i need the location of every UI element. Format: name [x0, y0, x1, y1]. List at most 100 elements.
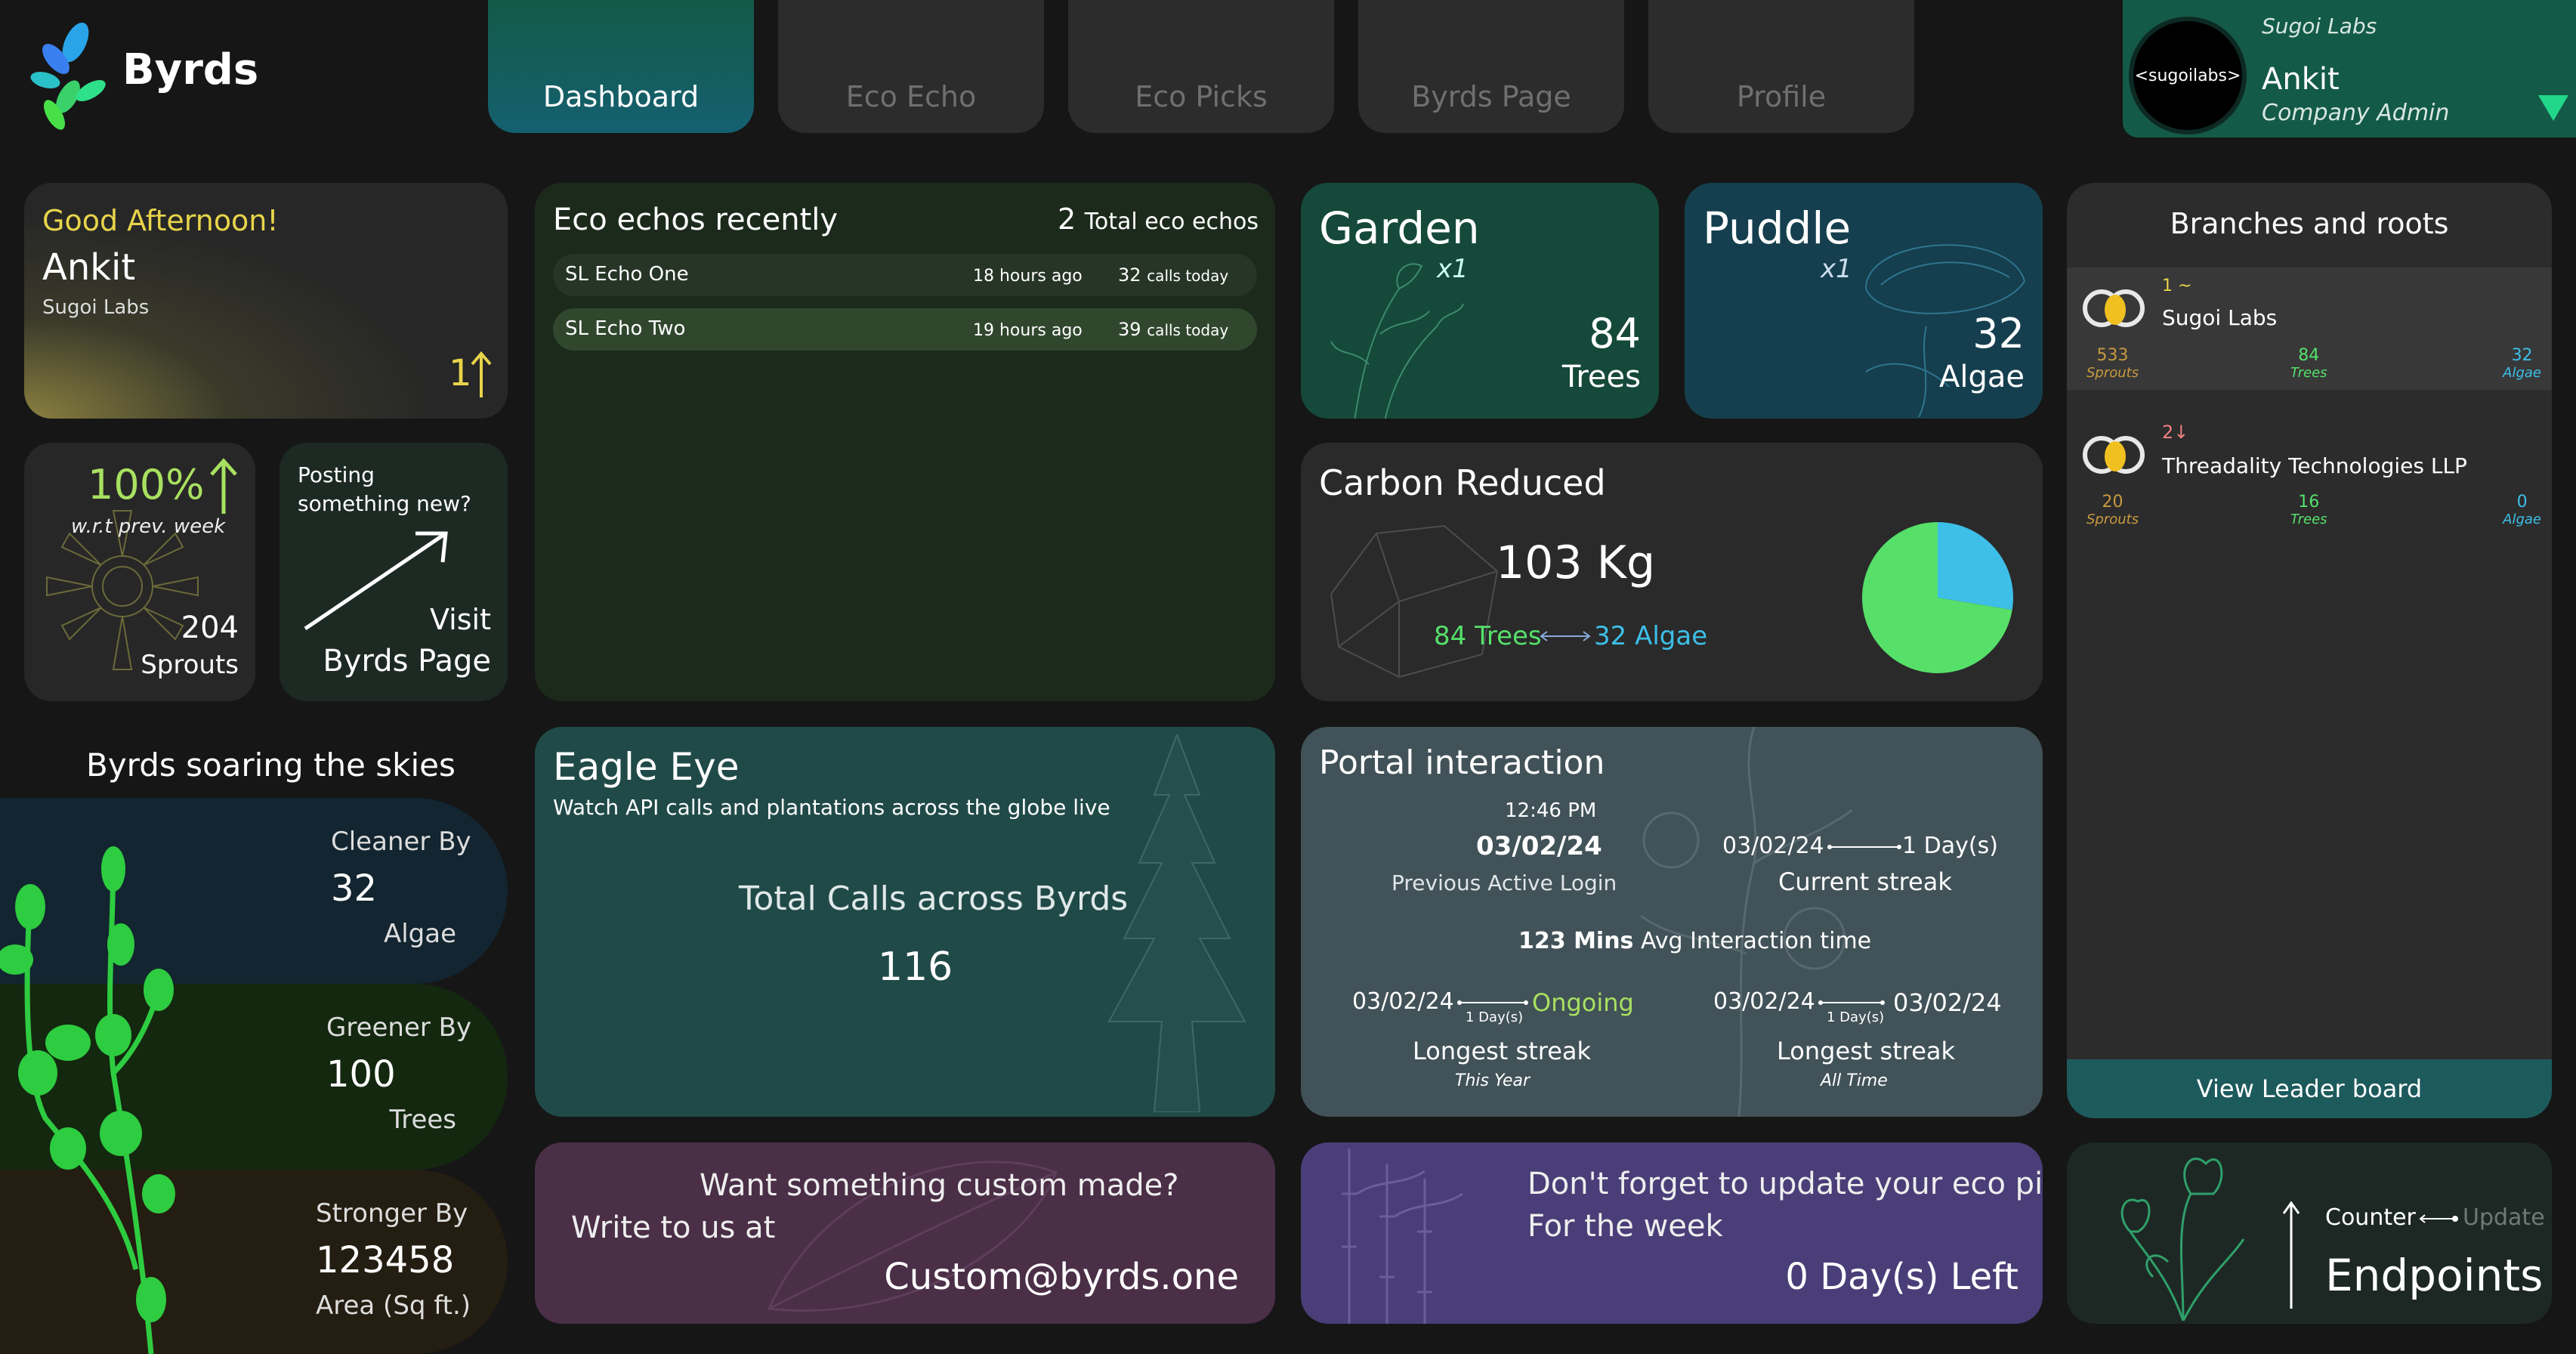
- all-streak-days: 1 Day(s): [1827, 1009, 1885, 1025]
- year-streak-to: Ongoing: [1532, 988, 1634, 1017]
- pine-tree-icon: [1107, 734, 1246, 1112]
- leaderboard-row[interactable]: 1 ~ Sugoi Labs 533 Sprouts 84 Trees 32 Alga…: [2067, 267, 2552, 390]
- soaring-label: Greener By: [326, 1012, 472, 1043]
- bamboo-icon: [1342, 1148, 1463, 1324]
- tab-profile[interactable]: Profile: [1648, 0, 1914, 133]
- puddle-value: 32: [1972, 310, 2025, 357]
- byrds-logo-icon: [30, 22, 106, 130]
- custom-email-link[interactable]: Custom@byrds.one: [884, 1256, 1239, 1298]
- logo[interactable]: Byrds: [29, 15, 259, 136]
- tab-label: Profile: [1736, 80, 1827, 113]
- soaring-label: Cleaner By: [331, 827, 471, 857]
- post-prompt: Posting something new?: [298, 462, 471, 516]
- tab-byrds-page[interactable]: Byrds Page: [1358, 0, 1624, 133]
- echo-name: SL Echo One: [565, 263, 689, 286]
- eagle-eye-card[interactable]: Eagle Eye Watch API calls and plantation…: [535, 727, 1275, 1117]
- trend-down-icon: ↓: [2173, 422, 2189, 443]
- all-streak-label: Longest streak: [1777, 1037, 1956, 1065]
- garden-multiplier: x1: [1437, 254, 1469, 284]
- green-vine-icon: [0, 846, 175, 1354]
- branches-card: Branches and roots 1 ~ Sugoi Labs 533 Spr…: [2067, 183, 2552, 1118]
- all-streak-sub: All Time: [1821, 1071, 1888, 1090]
- garden-card[interactable]: Garden x1 84 Trees: [1301, 183, 1659, 419]
- tab-eco-picks[interactable]: Eco Picks: [1068, 0, 1334, 133]
- echo-calls: 32 calls today: [1118, 264, 1228, 286]
- picks-days-left: 0 Day(s) Left: [1785, 1256, 2018, 1298]
- year-streak-days: 1 Day(s): [1466, 1009, 1524, 1025]
- puddle-title: Puddle: [1703, 202, 1852, 254]
- leaderboard-row[interactable]: 2↓ Threadality Technologies LLP 20 Sprout…: [2067, 402, 2552, 527]
- list-item[interactable]: SL Echo Two 19 hours ago 39 calls today: [553, 308, 1257, 351]
- carbon-trees: 84 Trees: [1434, 621, 1542, 651]
- user-panel[interactable]: <sugoilabs> Sugoi Labs Ankit Company Adm…: [2123, 0, 2576, 138]
- tulip-icon: [2120, 1158, 2245, 1321]
- custom-line2: Write to us at: [571, 1210, 776, 1245]
- eco-picks-card[interactable]: Don't forget to update your eco picks Fo…: [1301, 1142, 2043, 1324]
- tab-label: Byrds Page: [1411, 80, 1571, 113]
- sprouts-percent: 100%: [88, 461, 205, 509]
- stat-sprouts: 20 Sprouts: [2086, 493, 2139, 527]
- chevron-down-icon[interactable]: [2537, 94, 2570, 122]
- current-streak-days: 1 Day(s): [1902, 833, 1998, 859]
- stat-trees: 16 Trees: [2290, 493, 2327, 527]
- rank-value: 1: [449, 352, 472, 394]
- echo-calls-count: 32: [1118, 264, 1141, 286]
- current-streak-from: 03/02/24: [1722, 833, 1824, 859]
- greeting-name: Ankit: [42, 246, 136, 289]
- avg-interaction-label: Avg Interaction time: [1640, 928, 1872, 954]
- puddle-card[interactable]: Puddle x1 32 Algae: [1685, 183, 2043, 419]
- sprouts-value: 204: [181, 611, 239, 645]
- puddle-unit: Algae: [1939, 360, 2025, 394]
- stat-trees: 84 Trees: [2290, 346, 2327, 381]
- soaring-value: 32: [331, 867, 378, 910]
- picks-line2: For the week: [1527, 1209, 1723, 1244]
- avg-interaction-value: 123 Mins: [1518, 928, 1634, 954]
- custom-card[interactable]: Want something custom made? Write to us …: [535, 1142, 1275, 1324]
- soaring-unit: Algae: [383, 919, 456, 949]
- rock-icon: [1330, 524, 1499, 679]
- garden-title: Garden: [1319, 202, 1480, 254]
- trend-flat-icon: ~: [2178, 277, 2192, 295]
- post-cta-line2[interactable]: Byrds Page: [323, 644, 491, 679]
- avatar[interactable]: <sugoilabs>: [2129, 17, 2247, 134]
- endpoints-card[interactable]: Counter Update Endpoints: [2067, 1142, 2552, 1324]
- endpoints-update[interactable]: Update: [2463, 1204, 2545, 1231]
- carbon-algae: 32 Algae: [1594, 621, 1708, 651]
- picks-line1: Don't forget to update your eco picks: [1527, 1167, 2043, 1201]
- leaderboard-name: Threadality Technologies LLP: [2162, 453, 2467, 478]
- sprouts-note: w.r.t prev. week: [71, 515, 226, 538]
- echo-calls-label: calls today: [1147, 321, 1229, 339]
- current-streak-label: Current streak: [1778, 867, 1952, 896]
- year-streak-sub: This Year: [1455, 1071, 1530, 1090]
- sprouts-unit: Sprouts: [141, 650, 239, 680]
- login-label: Previous Active Login: [1391, 870, 1617, 895]
- echos-total: 2 Total eco echos: [1058, 202, 1259, 236]
- tab-eco-echo[interactable]: Eco Echo: [778, 0, 1044, 133]
- greeting-company: Sugoi Labs: [42, 296, 150, 319]
- login-time: 12:46 PM: [1505, 799, 1597, 822]
- endpoints-title: Endpoints: [2325, 1250, 2544, 1301]
- echo-calls-count: 39: [1118, 319, 1141, 340]
- tab-dashboard[interactable]: Dashboard: [488, 0, 754, 133]
- stat-algae: 0 Algae: [2503, 493, 2541, 527]
- list-item[interactable]: SL Echo One 18 hours ago 32 calls today: [553, 254, 1257, 296]
- arrow-right-icon: [1818, 1000, 1885, 1005]
- echo-time: 19 hours ago: [973, 321, 1083, 340]
- carbon-title: Carbon Reduced: [1319, 462, 1606, 503]
- tab-label: Dashboard: [542, 80, 700, 113]
- eagle-subtitle: Watch API calls and plantations across t…: [553, 795, 1110, 820]
- year-streak-label: Longest streak: [1413, 1037, 1592, 1065]
- tab-label: Eco Picks: [1135, 80, 1268, 113]
- post-card[interactable]: Posting something new? Visit Byrds Page: [280, 443, 508, 701]
- garden-unit: Trees: [1561, 360, 1641, 394]
- greeting-card: Good Afternoon! Ankit Sugoi Labs 1: [24, 183, 508, 419]
- brand-name: Byrds: [122, 45, 259, 94]
- arrow-up-icon: [471, 351, 492, 397]
- echo-name: SL Echo Two: [565, 317, 686, 340]
- view-leaderboard-button[interactable]: View Leader board: [2067, 1059, 2552, 1118]
- greeting-salutation: Good Afternoon!: [42, 204, 279, 237]
- echo-time: 18 hours ago: [973, 267, 1083, 286]
- echos-total-label: Total eco echos: [1084, 209, 1259, 235]
- avg-interaction: 123 Mins Avg Interaction time: [1518, 928, 1871, 954]
- branches-title: Branches and roots: [2170, 207, 2449, 240]
